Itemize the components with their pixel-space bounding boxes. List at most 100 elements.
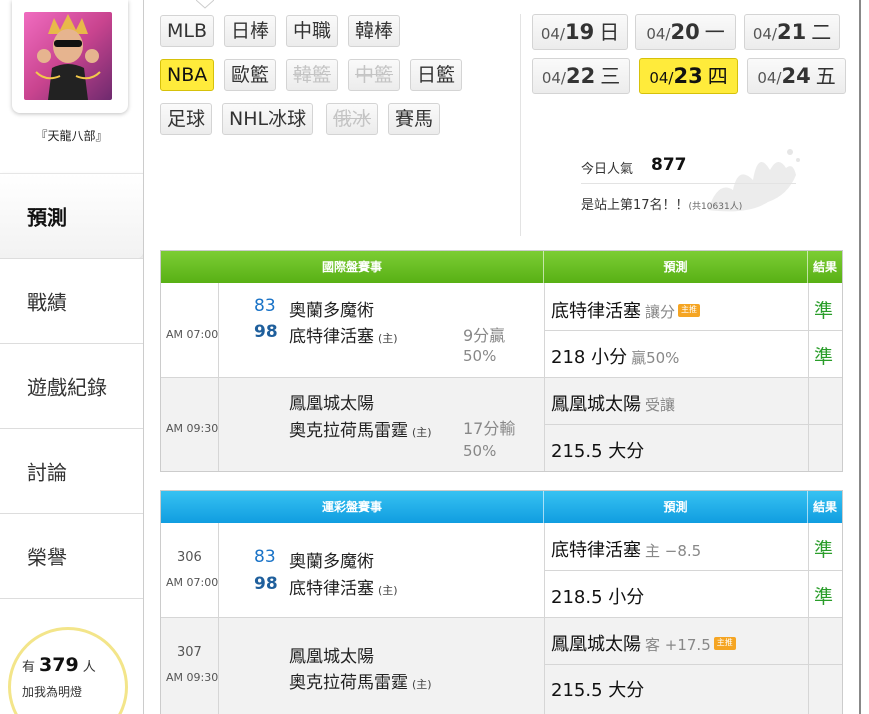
avatar-card[interactable]	[12, 0, 128, 113]
date-weekday: 日	[599, 20, 620, 44]
away-score: 83	[254, 296, 276, 316]
league-tag-nba[interactable]: NBA	[160, 59, 215, 91]
away-team[interactable]: 奧蘭多魔術	[289, 547, 374, 572]
row-bg	[161, 617, 842, 714]
away-team[interactable]: 鳳凰城太陽	[289, 389, 374, 414]
rank-text: 是站上第17名！！(共10631人)	[581, 194, 742, 213]
date-0421[interactable]: 04/21 二	[744, 14, 840, 50]
row-divider	[544, 330, 842, 331]
league-tag-mlb[interactable]: MLB	[160, 15, 215, 47]
home-tag: (主)	[378, 332, 398, 345]
home-tag: (主)	[378, 584, 398, 597]
prediction-pick: 底特律活塞 讓分 主推	[551, 297, 701, 323]
league-tag-horse-racing[interactable]: 賽馬	[388, 103, 441, 135]
pick-note: 受讓	[645, 396, 676, 414]
date-month: 04/	[649, 69, 674, 87]
col-divider	[544, 523, 545, 714]
home-team[interactable]: 底特律活塞 (主)	[289, 322, 398, 347]
col-divider	[808, 283, 809, 471]
follow-link[interactable]: 加我為明燈	[22, 683, 82, 700]
away-team[interactable]: 鳳凰城太陽	[289, 642, 374, 667]
col-result: 結果	[812, 260, 837, 274]
date-day: 19	[564, 20, 595, 44]
pick-main: 底特律活塞	[551, 301, 641, 322]
pick-note: 讓分	[645, 303, 676, 321]
league-tag-nhl[interactable]: NHL冰球	[222, 103, 314, 135]
result-mark: 準	[814, 300, 834, 322]
date-weekday: 四	[707, 64, 728, 88]
sidebar-item-game-history[interactable]: 遊戲紀錄	[0, 343, 143, 428]
col-result: 結果	[812, 500, 837, 514]
sidebar-item-record[interactable]: 戰績	[0, 258, 143, 343]
intl-table: 國際盤賽事 預測 結果 AM 07:00 83 奧蘭多魔術 98 底特律活塞 (主…	[160, 250, 843, 472]
avatar[interactable]	[24, 12, 112, 100]
league-tag-cpbl[interactable]: 中職	[286, 15, 339, 47]
home-team-name: 底特律活塞	[289, 579, 374, 599]
featured-badge: 主推	[713, 636, 736, 650]
sidebar-item-discussion[interactable]: 討論	[0, 428, 143, 513]
stats-divider	[581, 183, 796, 184]
date-day: 22	[565, 64, 596, 88]
result-mark: 準	[814, 539, 834, 561]
pick-main: 218.5 小分	[551, 587, 645, 608]
home-team-name: 奧克拉荷馬雷霆	[289, 421, 408, 441]
prediction-pick: 218 小分 贏50%	[551, 343, 679, 369]
away-team[interactable]: 奧蘭多魔術	[289, 296, 374, 321]
date-0422[interactable]: 04/22 三	[532, 58, 630, 94]
col-divider	[544, 283, 545, 471]
sidebar-item-honor[interactable]: 榮譽	[0, 513, 143, 598]
lottery-table: 運彩盤賽事 預測 結果 306 AM 07:00 83 奧蘭多魔術 98 底特律…	[160, 490, 843, 714]
home-team[interactable]: 底特律活塞 (主)	[289, 574, 398, 599]
home-team-name: 底特律活塞	[289, 327, 374, 347]
game-time: AM 07:00	[166, 328, 219, 341]
pick-note: 主 −8.5	[645, 542, 702, 560]
top-notch-icon	[196, 0, 214, 9]
sidebar-item-predict[interactable]: 預測	[0, 173, 143, 258]
home-team[interactable]: 奧克拉荷馬雷霆 (主)	[289, 668, 432, 693]
margin-text: 9分贏	[463, 326, 506, 345]
percent-text: 50%	[463, 347, 497, 365]
date-weekday: 三	[600, 64, 621, 88]
game-time: AM 09:30	[166, 671, 219, 684]
date-weekday: 一	[704, 20, 725, 44]
sidebar-item-label: 榮譽	[27, 545, 67, 570]
pick-note: 贏50%	[631, 349, 680, 367]
popularity-label: 今日人氣	[581, 162, 634, 177]
home-team[interactable]: 奧克拉荷馬雷霆 (主)	[289, 416, 432, 441]
row-divider	[161, 617, 842, 618]
col-prediction: 預測	[544, 251, 808, 283]
pick-main: 218 小分	[551, 347, 628, 368]
pick-main: 215.5 大分	[551, 441, 645, 462]
col-divider	[808, 523, 809, 714]
date-0420[interactable]: 04/20 一	[635, 14, 736, 50]
sidebar-item-label: 戰績	[27, 290, 67, 315]
result-mark: 準	[814, 586, 834, 608]
game-time: AM 09:30	[166, 422, 219, 435]
prediction-pick: 底特律活塞主 −8.5	[551, 536, 701, 562]
home-score: 98	[254, 322, 278, 342]
league-tag-euro-basketball[interactable]: 歐籃	[224, 59, 277, 91]
league-tag-kbo[interactable]: 韓棒	[348, 15, 401, 47]
rank-total: (共10631人)	[688, 202, 743, 212]
home-team-name: 奧克拉荷馬雷霆	[289, 673, 408, 693]
date-month: 04/	[757, 69, 782, 87]
sidebar-divider	[0, 598, 143, 599]
league-tag-npb[interactable]: 日棒	[224, 15, 277, 47]
row-divider	[161, 377, 842, 378]
intl-table-header: 國際盤賽事 預測 結果	[161, 251, 842, 283]
date-0419[interactable]: 04/19 日	[532, 14, 628, 50]
game-time: AM 07:00	[166, 576, 219, 589]
league-tag-jbl[interactable]: 日籃	[410, 59, 463, 91]
pick-note: 客 +17.5	[645, 636, 711, 654]
away-score: 83	[254, 547, 276, 567]
col-divider	[218, 283, 219, 471]
date-0424[interactable]: 04/24 五	[747, 58, 846, 94]
date-month: 04/	[646, 25, 671, 43]
date-0423[interactable]: 04/23 四	[639, 58, 738, 94]
pick-main: 215.5 大分	[551, 680, 645, 701]
fans-count-text: 有 379 人	[22, 654, 96, 676]
date-day: 20	[670, 20, 700, 44]
username[interactable]: 『天龍八部』	[0, 127, 143, 144]
league-tag-soccer[interactable]: 足球	[160, 103, 213, 135]
sidebar: 『天龍八部』 預測 戰績 遊戲紀錄 討論 榮譽 有 379 人 加我為明燈	[0, 0, 143, 714]
